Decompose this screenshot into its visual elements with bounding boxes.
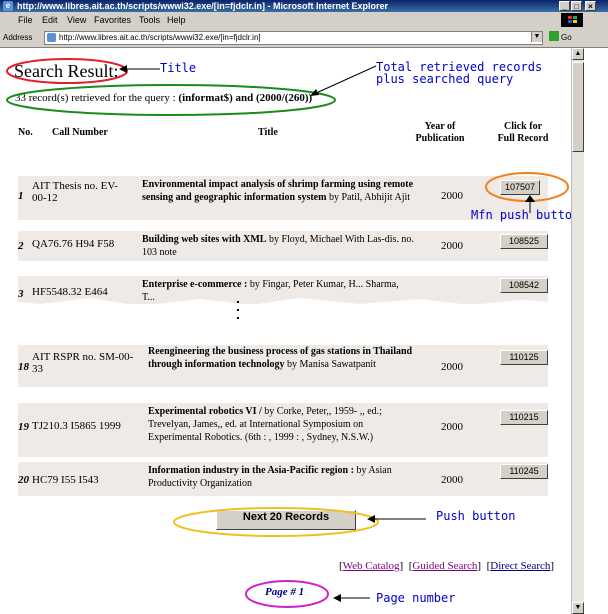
maximize-button[interactable]: □ bbox=[571, 1, 582, 11]
mfn-button-110125[interactable]: 110125 bbox=[500, 350, 548, 365]
record-number: 1 bbox=[18, 190, 24, 202]
col-no: No. bbox=[18, 127, 33, 138]
web-catalog-link[interactable]: Web Catalog bbox=[343, 560, 400, 572]
record-number: 20 bbox=[18, 474, 29, 486]
go-arrow-icon[interactable] bbox=[549, 31, 559, 41]
author-text: by Manisa Sawatpanit bbox=[287, 359, 376, 370]
record-number: 2 bbox=[18, 240, 24, 252]
menu-tools[interactable]: Tools bbox=[139, 15, 160, 25]
guided-search-link[interactable]: Guided Search bbox=[412, 560, 477, 572]
menu-edit[interactable]: Edit bbox=[42, 15, 58, 25]
call-number: TJ210.3 I5865 1999 bbox=[32, 420, 121, 432]
summary-oval bbox=[6, 84, 336, 116]
table-row: 18 AIT RSPR no. SM-00-33 Reengineering t… bbox=[18, 345, 548, 387]
window-title: http://www.libres.ait.ac.th/scripts/wwwi… bbox=[17, 1, 388, 11]
col-call: Call Number bbox=[52, 127, 108, 138]
page-content: Search Result: Title 33 record(s) retrie… bbox=[0, 48, 579, 614]
col-title: Title bbox=[258, 127, 278, 138]
direct-search-link[interactable]: Direct Search bbox=[490, 560, 550, 572]
footer-links: [Web Catalog] [Guided Search] [Direct Se… bbox=[339, 560, 555, 572]
total-arrow bbox=[310, 65, 377, 96]
mfn-button-108542[interactable]: 108542 bbox=[500, 278, 548, 293]
table-row: 20 HC79 I55 I543 Information industry in… bbox=[18, 462, 548, 496]
mfn-button-110215[interactable]: 110215 bbox=[500, 410, 548, 425]
menu-bar: File Edit View Favorites Tools Help bbox=[0, 12, 608, 29]
year: 2000 bbox=[441, 240, 463, 252]
title-text[interactable]: Experimental robotics VI / bbox=[148, 406, 262, 417]
table-row: 19 TJ210.3 I5865 1999 Experimental robot… bbox=[18, 403, 548, 457]
windows-logo-icon bbox=[561, 13, 583, 27]
scroll-down-icon[interactable]: ▼ bbox=[572, 602, 584, 614]
address-dropdown-icon[interactable]: ▼ bbox=[531, 32, 542, 42]
title-annotation: Title bbox=[160, 61, 197, 75]
call-number: HC79 I55 I543 bbox=[32, 474, 99, 486]
menu-file[interactable]: File bbox=[18, 15, 33, 25]
vertical-scrollbar[interactable]: ▲ ▼ bbox=[571, 48, 584, 614]
table-row: 2 QA76.76 H94 F58 Building web sites wit… bbox=[18, 231, 548, 261]
col-year: Year of Publication bbox=[415, 121, 465, 144]
scroll-up-icon[interactable]: ▲ bbox=[572, 48, 584, 60]
title-text[interactable]: Enterprise e-commerce : bbox=[142, 279, 247, 290]
total-annotation: Total retrieved records plus searched qu… bbox=[376, 60, 543, 86]
window-titlebar: e http://www.libres.ait.ac.th/scripts/ww… bbox=[0, 0, 608, 12]
year: 2000 bbox=[441, 474, 463, 486]
mfn-button-108525[interactable]: 108525 bbox=[500, 234, 548, 249]
page-arrow bbox=[333, 594, 370, 602]
year: 2000 bbox=[441, 421, 463, 433]
record-title: Environmental impact analysis of shrimp … bbox=[142, 178, 415, 204]
year: 2000 bbox=[441, 361, 463, 373]
ellipsis-vertical: ... bbox=[236, 290, 240, 322]
address-url: http://www.libres.ait.ac.th/scripts/wwwi… bbox=[59, 33, 261, 42]
page-oval bbox=[245, 580, 329, 608]
ie-icon: e bbox=[3, 1, 13, 11]
year: 2000 bbox=[441, 190, 463, 202]
cut-gap bbox=[0, 298, 571, 346]
record-title: Reengineering the business process of ga… bbox=[148, 345, 416, 371]
record-title: Experimental robotics VI / by Corke, Pet… bbox=[148, 405, 416, 444]
address-label: Address bbox=[3, 33, 33, 42]
record-number: 18 bbox=[18, 361, 29, 373]
title-text[interactable]: Building web sites with XML bbox=[142, 234, 266, 245]
record-title: Information industry in the Asia-Pacific… bbox=[148, 464, 416, 490]
col-full: Click for Full Record bbox=[497, 121, 549, 144]
close-button[interactable]: × bbox=[585, 1, 596, 11]
call-number: AIT RSPR no. SM-00-33 bbox=[32, 351, 134, 375]
push-arrow bbox=[367, 515, 426, 523]
record-title: Building web sites with XML by Floyd, Mi… bbox=[142, 233, 415, 259]
page-icon bbox=[47, 33, 56, 42]
record-number: 19 bbox=[18, 421, 29, 433]
next-oval bbox=[173, 507, 379, 537]
scroll-thumb[interactable] bbox=[572, 62, 584, 152]
page-annotation: Page number bbox=[376, 591, 456, 605]
title-arrow bbox=[119, 65, 160, 73]
menu-help[interactable]: Help bbox=[167, 15, 186, 25]
mfn-annotation: Mfn push button bbox=[471, 208, 580, 222]
author-text: by Patil, Abhijit Ajit bbox=[328, 192, 411, 203]
mfn-button-110245[interactable]: 110245 bbox=[500, 464, 548, 479]
minimize-button[interactable]: _ bbox=[559, 1, 570, 11]
push-annotation: Push button bbox=[436, 509, 516, 523]
menu-view[interactable]: View bbox=[67, 15, 86, 25]
go-button[interactable]: Go bbox=[561, 33, 572, 42]
call-number: QA76.76 H94 F58 bbox=[32, 238, 115, 250]
table-row: 1 AIT Thesis no. EV-00-12 Environmental … bbox=[18, 176, 548, 220]
address-bar: Address http://www.libres.ait.ac.th/scri… bbox=[0, 29, 608, 48]
call-number: AIT Thesis no. EV-00-12 bbox=[32, 180, 118, 204]
title-text[interactable]: Information industry in the Asia-Pacific… bbox=[148, 465, 354, 476]
address-input[interactable]: http://www.libres.ait.ac.th/scripts/wwwi… bbox=[44, 31, 543, 45]
menu-favorites[interactable]: Favorites bbox=[94, 15, 131, 25]
